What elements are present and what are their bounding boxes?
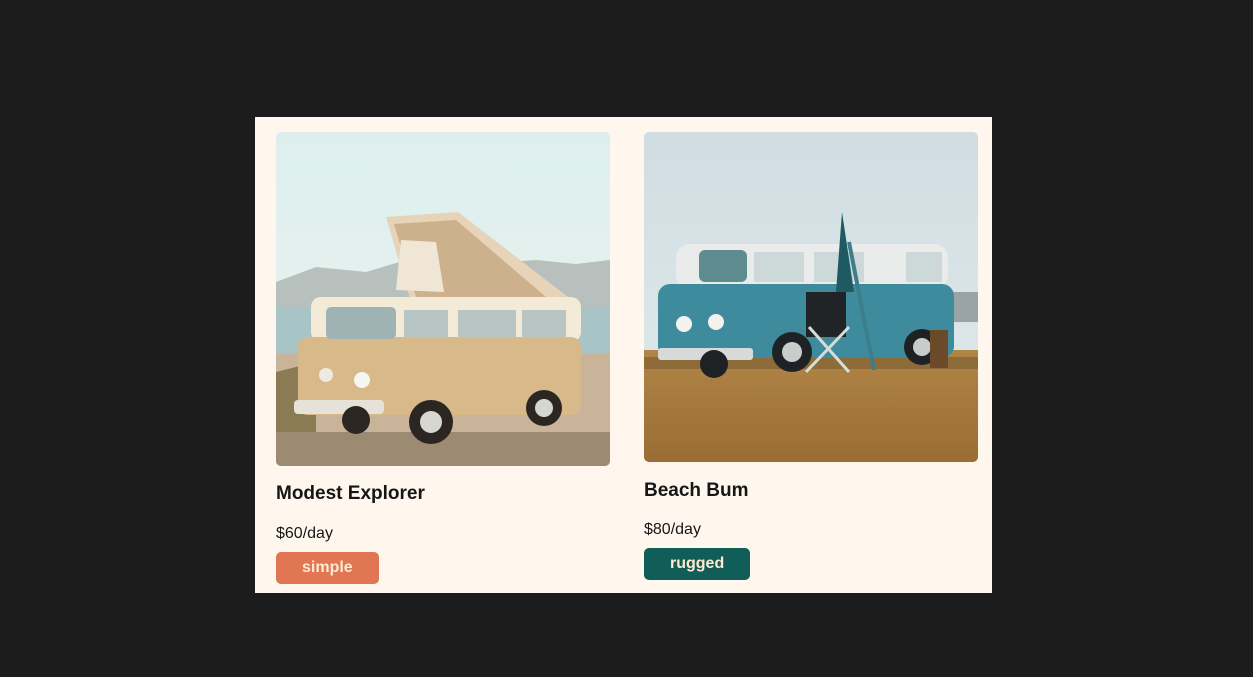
van-type-badge[interactable]: simple <box>276 552 379 584</box>
van-name[interactable]: Modest Explorer <box>276 483 425 505</box>
van-type-badge[interactable]: rugged <box>644 548 751 580</box>
van-photo[interactable] <box>644 132 978 462</box>
teal-vw-bus-icon <box>644 132 978 462</box>
beige-vw-camper-van-icon <box>276 132 610 466</box>
van-price: $80/day <box>644 521 701 538</box>
van-price: $60/day <box>276 525 333 542</box>
van-name[interactable]: Beach Bum <box>644 480 749 502</box>
van-photo[interactable] <box>276 132 610 466</box>
van-list-panel: Modest Explorer $60/day simple Beach Bum… <box>255 117 992 593</box>
